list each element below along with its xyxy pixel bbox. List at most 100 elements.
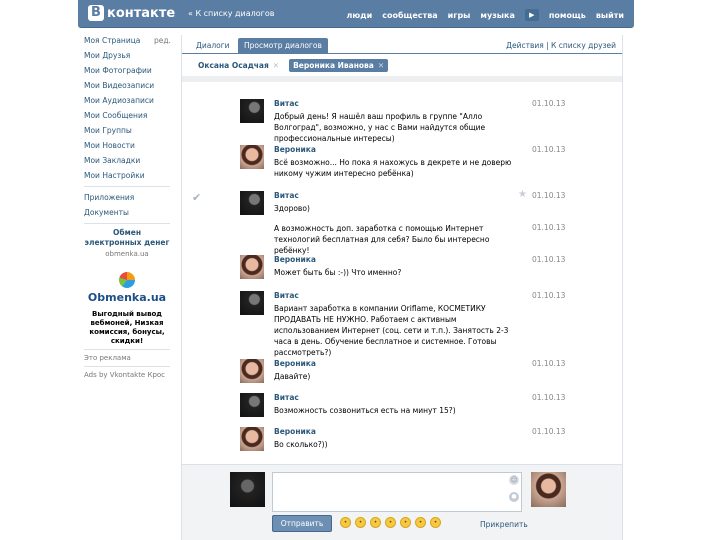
message-time: 01.10.13	[532, 427, 566, 436]
emoji-bar: • • • • • • •	[340, 517, 441, 528]
tab-view-dialog[interactable]: Просмотр диалогов	[238, 38, 328, 54]
tab-dialogs[interactable]: Диалоги	[190, 38, 236, 54]
nav-communities[interactable]: сообщества	[382, 11, 437, 20]
nav-logout[interactable]: выйти	[596, 11, 624, 20]
message-time: 01.10.13	[532, 359, 566, 368]
participant-chip-active[interactable]: Вероника Иванова ✕	[289, 58, 389, 72]
message-composer: ☺ ● Отправить • • • • • • • Прикрепить	[181, 464, 623, 540]
tabs-bar: Диалоги Просмотр диалогов Действия | К с…	[182, 35, 622, 54]
message-time: 01.10.13	[532, 223, 566, 232]
logo-text: контакте	[107, 5, 176, 21]
message-author[interactable]: Вероника	[274, 359, 316, 368]
avatar[interactable]	[240, 255, 264, 279]
message-text: Вариант заработка в компании Oriflame, К…	[274, 304, 509, 357]
avatar[interactable]	[240, 427, 264, 451]
message-text: Давайте)	[274, 372, 311, 381]
message-time: 01.10.13	[532, 145, 566, 154]
participant-name: Вероника Иванова	[293, 60, 374, 70]
avatar[interactable]	[240, 291, 264, 315]
play-icon[interactable]: ▶	[524, 9, 539, 21]
nav-games[interactable]: игры	[448, 11, 471, 20]
message-author[interactable]: Витас	[274, 99, 299, 108]
star-icon[interactable]: ★	[518, 189, 527, 200]
participant-chip[interactable]: Оксана Осадчая ✕	[194, 59, 283, 72]
ad-label: Это реклама	[84, 354, 131, 362]
message-text: Добрый день! Я нашёл ваш профиль в групп…	[274, 112, 486, 143]
nav-people[interactable]: люди	[347, 11, 373, 20]
nav-music[interactable]: музыка	[480, 11, 514, 20]
sidebar-item-photos[interactable]: Мои Фотографии	[84, 63, 170, 78]
cool-icon[interactable]: •	[430, 517, 441, 528]
attach-link[interactable]: Прикрепить	[480, 520, 528, 529]
vk-logo[interactable]: B контакте	[88, 5, 175, 21]
sidebar-divider	[84, 349, 170, 350]
avatar[interactable]	[240, 145, 264, 169]
close-icon[interactable]: ✕	[378, 61, 384, 70]
ad-logo-icon	[119, 272, 135, 288]
nav-help[interactable]: помощь	[549, 11, 586, 20]
message-time: 01.10.13	[532, 191, 566, 200]
sidebar-item-settings[interactable]: Мои Настройки	[84, 168, 170, 183]
message-author[interactable]: Вероника	[274, 145, 316, 154]
message-text: Здорово)	[274, 204, 310, 213]
sidebar-item-audio[interactable]: Мои Аудиозаписи	[84, 93, 170, 108]
sidebar-item-news[interactable]: Мои Новости	[84, 138, 170, 153]
sidebar-item-apps[interactable]: Приложения	[84, 190, 170, 205]
sad-icon[interactable]: •	[415, 517, 426, 528]
message-text: А возможность доп. заработка с помощью И…	[274, 224, 490, 255]
avatar[interactable]	[240, 359, 264, 383]
sidebar-item-documents[interactable]: Документы	[84, 205, 170, 220]
message-author[interactable]: Вероника	[274, 255, 316, 264]
top-header: B контакте « К списку диалогов люди сооб…	[78, 0, 634, 28]
tabs-right-actions[interactable]: Действия | К списку друзей	[506, 41, 616, 50]
message-time: 01.10.13	[532, 99, 566, 108]
camera-icon[interactable]: ●	[509, 492, 519, 502]
message-author[interactable]: Витас	[274, 291, 299, 300]
sidebar-item-bookmarks[interactable]: Мои Закладки	[84, 153, 170, 168]
my-avatar[interactable]	[230, 472, 265, 507]
avatar[interactable]	[240, 99, 264, 123]
ad-url: obmenka.ua	[105, 250, 149, 258]
message-author[interactable]: Витас	[274, 191, 299, 200]
participants-bar: Оксана Осадчая ✕ Вероника Иванова ✕	[182, 54, 622, 76]
message-author[interactable]: Вероника	[274, 427, 316, 436]
message-input[interactable]	[272, 472, 522, 512]
recipient-avatar[interactable]	[531, 472, 566, 507]
sidebar-edit-link[interactable]: ред.	[154, 33, 171, 48]
top-nav: люди сообщества игры музыка ▶ помощь вый…	[347, 9, 624, 21]
grin-icon[interactable]: •	[355, 517, 366, 528]
participant-name: Оксана Осадчая	[198, 60, 269, 70]
close-icon[interactable]: ✕	[273, 61, 279, 70]
message-author[interactable]: Витас	[274, 393, 299, 402]
message-text: Может быть бы :-)) Что именно?	[274, 268, 402, 277]
sidebar-item-messages[interactable]: Мои Сообщения	[84, 108, 170, 123]
sidebar-divider	[84, 223, 170, 224]
sidebar-divider	[84, 186, 170, 187]
smile-icon[interactable]: ☺	[509, 475, 519, 485]
ad-logo-text: Obmenka.ua	[87, 291, 167, 304]
laugh-icon[interactable]: •	[385, 517, 396, 528]
message-text: Всё возможно... Но пока я нахожусь в дек…	[274, 158, 512, 178]
left-sidebar: Моя Страница ред. Мои Друзья Мои Фотогра…	[84, 33, 171, 380]
angry-icon[interactable]: •	[400, 517, 411, 528]
message-time: 01.10.13	[532, 291, 566, 300]
ad-title[interactable]: Обмен электронных денег	[84, 228, 170, 248]
sidebar-item-videos[interactable]: Мои Видеозаписи	[84, 78, 170, 93]
ad-logo[interactable]: Obmenka.ua	[87, 272, 167, 304]
sidebar-item-groups[interactable]: Мои Группы	[84, 123, 170, 138]
ads-by-link[interactable]: Ads by Vkontakte Крос	[84, 371, 170, 380]
back-to-dialogs-link[interactable]: « К списку диалогов	[188, 9, 274, 18]
avatar[interactable]	[240, 191, 264, 215]
check-icon[interactable]: ✔	[192, 191, 201, 204]
sidebar-divider	[84, 366, 170, 367]
send-button[interactable]: Отправить	[272, 515, 332, 532]
sidebar-item-friends[interactable]: Мои Друзья	[84, 48, 170, 63]
avatar[interactable]	[240, 393, 264, 417]
smile-icon[interactable]: •	[340, 517, 351, 528]
message-text: Возможность созвониться есть на минут 15…	[274, 406, 456, 415]
wink-icon[interactable]: •	[370, 517, 381, 528]
sidebar-ad[interactable]: Обмен электронных денег obmenka.ua Obmen…	[84, 228, 170, 346]
message-time: 01.10.13	[532, 255, 566, 264]
message-time: 01.10.13	[532, 393, 566, 402]
logo-letter: B	[88, 5, 104, 21]
